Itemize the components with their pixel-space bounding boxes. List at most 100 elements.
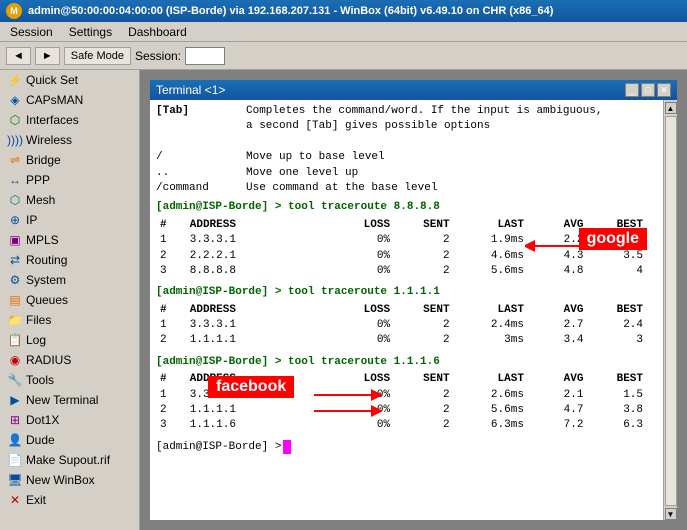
sidebar-item-label-queues: Queues <box>26 293 68 307</box>
sidebar-item-exit[interactable]: ✕ Exit <box>0 490 139 510</box>
sidebar-item-label-wireless: Wireless <box>26 133 72 147</box>
sidebar-item-log[interactable]: 📋 Log <box>0 330 139 350</box>
help-blank <box>156 135 647 150</box>
menu-dashboard[interactable]: Dashboard <box>122 24 193 40</box>
dude-icon: 👤 <box>8 433 22 447</box>
sidebar-item-ppp[interactable]: ↔ PPP <box>0 170 139 190</box>
wireless-icon: )))) <box>8 133 22 147</box>
sidebar: ⚡ Quick Set ◈CAPsMAN ⬡ Interfaces)))) Wireles… <box>0 70 140 530</box>
sidebar-item-label-ppp: PPP <box>26 173 50 187</box>
mpls-icon: ▣ <box>8 233 22 247</box>
menu-session[interactable]: Session <box>4 24 59 40</box>
sidebar-item-label-routing: Routing <box>26 253 67 267</box>
sidebar-item-label-quick-set: Quick Set <box>26 73 78 87</box>
sidebar-item-new-terminal[interactable]: ▶ New Terminal <box>0 390 139 410</box>
trace3-cmd: [admin@ISP-Borde] > tool traceroute 1.1.… <box>156 355 647 370</box>
title-text: admin@50:00:00:04:00:00 (ISP-Borde) via … <box>28 5 553 17</box>
dot1x-icon: ⊞ <box>8 413 22 427</box>
sidebar-item-mesh[interactable]: ⬡Mesh <box>0 190 139 210</box>
terminal-maximize[interactable]: □ <box>641 83 655 97</box>
trace3-row2: 21.1.1.10%25.6ms4.73.8 <box>156 403 647 418</box>
terminal-controls: _ □ ✕ <box>625 83 671 97</box>
log-icon: 📋 <box>8 333 22 347</box>
sidebar-item-label-system: System <box>26 273 66 287</box>
sidebar-item-interfaces[interactable]: ⬡ Interfaces <box>0 110 139 130</box>
sidebar-item-wireless[interactable]: )))) Wireless <box>0 130 139 150</box>
session-input[interactable] <box>185 47 225 65</box>
sidebar-item-quick-set[interactable]: ⚡ Quick Set <box>0 70 139 90</box>
app-icon: M <box>6 3 22 19</box>
files-icon: 📁 <box>8 313 22 327</box>
back-button[interactable]: ◄ <box>6 47 31 65</box>
sidebar-item-label-ip: IP <box>26 213 37 227</box>
sidebar-item-tools[interactable]: 🔧 Tools <box>0 370 139 390</box>
tools-icon: 🔧 <box>8 373 22 387</box>
quick-set-icon: ⚡ <box>8 73 22 87</box>
ppp-icon: ↔ <box>8 173 22 187</box>
sidebar-item-dude[interactable]: 👤 Dude <box>0 430 139 450</box>
ip-icon: ⊕ <box>8 213 22 227</box>
sidebar-item-routing[interactable]: ⇄ Routing <box>0 250 139 270</box>
queues-icon: ▤ <box>8 293 22 307</box>
sidebar-item-label-radius: RADIUS <box>26 353 71 367</box>
sidebar-item-mpls[interactable]: ▣ MPLS <box>0 230 139 250</box>
sidebar-item-make-supout[interactable]: 📄Make Supout.rif <box>0 450 139 470</box>
routing-icon: ⇄ <box>8 253 22 267</box>
main-layout: ⚡ Quick Set ◈CAPsMAN ⬡ Interfaces)))) Wireles… <box>0 70 687 530</box>
safe-mode-button[interactable]: Safe Mode <box>64 47 131 65</box>
terminal-window: Terminal <1> _ □ ✕ [Tab]Completes the co… <box>148 78 679 522</box>
exit-icon: ✕ <box>8 493 22 507</box>
menu-bar: Session Settings Dashboard <box>0 22 687 42</box>
scrollbar-up[interactable]: ▲ <box>665 102 677 114</box>
new-terminal-icon: ▶ <box>8 393 22 407</box>
sidebar-item-label-files: Files <box>26 313 51 327</box>
terminal-container: Terminal <1> _ □ ✕ [Tab]Completes the co… <box>140 70 687 530</box>
sidebar-item-label-tools: Tools <box>26 373 54 387</box>
mesh-icon: ⬡ <box>8 193 22 207</box>
terminal-title: Terminal <1> <box>156 83 225 97</box>
sidebar-item-files[interactable]: 📁 Files <box>0 310 139 330</box>
google-annotation: google <box>579 228 647 250</box>
new-winbox-icon: 🖥 <box>8 473 22 487</box>
title-bar: M admin@50:00:00:04:00:00 (ISP-Borde) vi… <box>0 0 687 22</box>
sidebar-item-label-bridge: Bridge <box>26 153 61 167</box>
sidebar-item-label-log: Log <box>26 333 46 347</box>
menu-settings[interactable]: Settings <box>63 24 118 40</box>
cursor <box>283 440 291 454</box>
sidebar-item-label-new-winbox: New WinBox <box>26 473 95 487</box>
sidebar-item-label-mpls: MPLS <box>26 233 59 247</box>
sidebar-item-radius[interactable]: ◉RADIUS <box>0 350 139 370</box>
sidebar-item-label-exit: Exit <box>26 493 46 507</box>
facebook-arrow2 <box>312 403 382 423</box>
help-command: /commandUse command at the base level <box>156 181 647 196</box>
trace3-row3: 31.1.1.60%26.3ms7.26.3 <box>156 418 647 433</box>
sidebar-item-queues[interactable]: ▤ Queues <box>0 290 139 310</box>
toolbar: ◄ ► Safe Mode Session: <box>0 42 687 70</box>
terminal-close[interactable]: ✕ <box>657 83 671 97</box>
sidebar-item-new-winbox[interactable]: 🖥 New WinBox <box>0 470 139 490</box>
bridge-icon: ⇌ <box>8 153 22 167</box>
help-tab-line2: a second [Tab] gives possible options <box>156 119 647 134</box>
sidebar-item-dot1x[interactable]: ⊞ Dot1X <box>0 410 139 430</box>
session-label: Session: <box>135 49 181 63</box>
sidebar-item-label-dude: Dude <box>26 433 55 447</box>
scrollbar-down[interactable]: ▼ <box>665 508 677 520</box>
trace1-row3: 38.8.8.80%25.6ms4.84 <box>156 264 647 279</box>
forward-button[interactable]: ► <box>35 47 60 65</box>
sidebar-item-bridge[interactable]: ⇌ Bridge <box>0 150 139 170</box>
help-dotdot: ..Move one level up <box>156 166 647 181</box>
trace2-table: #ADDRESSLOSSSENTLASTAVGBEST 13.3.3.10%22… <box>156 303 647 349</box>
trace1-cmd: [admin@ISP-Borde] > tool traceroute 8.8.… <box>156 200 647 215</box>
interfaces-icon: ⬡ <box>8 113 22 127</box>
terminal-content[interactable]: [Tab]Completes the command/word. If the … <box>150 100 663 520</box>
sidebar-item-label-make-supout: Make Supout.rif <box>26 453 110 467</box>
sidebar-item-label-dot1x: Dot1X <box>26 413 59 427</box>
terminal-minimize[interactable]: _ <box>625 83 639 97</box>
sidebar-item-capsman[interactable]: ◈CAPsMAN <box>0 90 139 110</box>
sidebar-item-system[interactable]: ⚙System <box>0 270 139 290</box>
sidebar-item-ip[interactable]: ⊕ IP <box>0 210 139 230</box>
help-slash: /Move up to base level <box>156 150 647 165</box>
sidebar-item-label-interfaces: Interfaces <box>26 113 79 127</box>
terminal-prompt: [admin@ISP-Borde] > <box>156 440 647 454</box>
sidebar-item-label-new-terminal: New Terminal <box>26 393 98 407</box>
